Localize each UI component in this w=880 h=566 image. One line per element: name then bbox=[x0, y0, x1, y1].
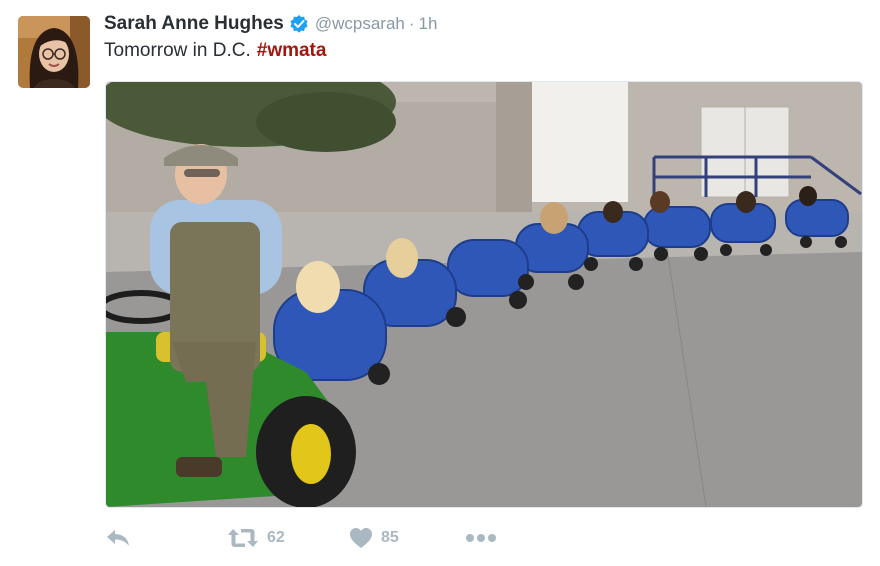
tweet-header: Sarah Anne Hughes @wcpsarah · 1h bbox=[104, 12, 437, 36]
reply-button[interactable] bbox=[105, 524, 131, 552]
retweet-icon bbox=[227, 527, 259, 549]
author-handle[interactable]: @wcpsarah bbox=[315, 14, 405, 34]
photo-image bbox=[106, 82, 862, 507]
header-separator: · bbox=[408, 14, 415, 33]
retweet-button[interactable]: 62 bbox=[227, 524, 285, 552]
author-name[interactable]: Sarah Anne Hughes bbox=[104, 13, 284, 35]
tweet-text: Tomorrow in D.C. #wmata bbox=[104, 40, 326, 62]
tweet-photo[interactable] bbox=[105, 81, 863, 508]
avatar-image bbox=[18, 16, 90, 88]
reply-icon bbox=[105, 528, 131, 548]
heart-icon bbox=[349, 527, 373, 549]
tweet-timestamp[interactable]: 1h bbox=[419, 14, 438, 34]
author-avatar[interactable] bbox=[18, 16, 90, 88]
more-button[interactable] bbox=[465, 524, 497, 552]
like-count: 85 bbox=[381, 529, 399, 546]
verified-badge-icon bbox=[289, 14, 309, 34]
hashtag-link[interactable]: #wmata bbox=[257, 40, 327, 61]
tweet-body-text: Tomorrow in D.C. bbox=[104, 40, 251, 61]
more-dots-icon bbox=[465, 533, 497, 543]
retweet-count: 62 bbox=[267, 529, 285, 546]
tweet-actions: 62 85 bbox=[105, 524, 605, 552]
like-button[interactable]: 85 bbox=[349, 524, 399, 552]
